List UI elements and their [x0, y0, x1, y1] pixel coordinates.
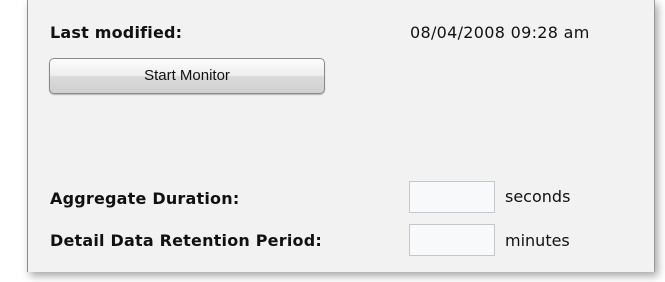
retention-period-unit: minutes — [505, 231, 570, 250]
aggregate-duration-input[interactable] — [409, 181, 495, 213]
retention-period-input[interactable] — [409, 224, 495, 256]
start-monitor-button[interactable]: Start Monitor — [49, 58, 325, 94]
screenshot-frame: Last modified: 08/04/2008 09:28 am Start… — [0, 0, 665, 282]
aggregate-duration-label: Aggregate Duration: — [50, 189, 240, 208]
aggregate-duration-unit: seconds — [505, 187, 571, 206]
last-modified-label: Last modified: — [50, 23, 183, 42]
retention-period-label: Detail Data Retention Period: — [50, 231, 322, 250]
last-modified-value: 08/04/2008 09:28 am — [410, 23, 590, 42]
